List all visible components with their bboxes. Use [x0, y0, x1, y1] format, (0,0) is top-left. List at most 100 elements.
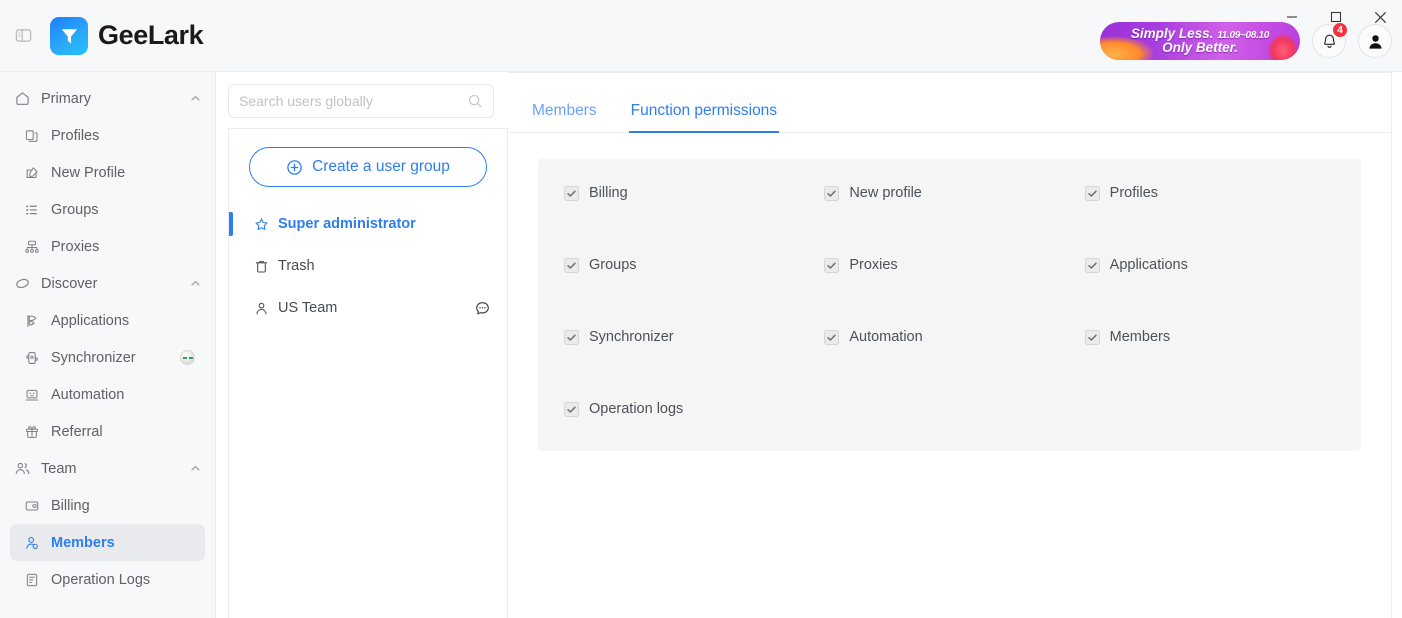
synchronizer-icon — [24, 350, 40, 366]
promo-line-1: Simply Less. — [1130, 25, 1214, 41]
user-group-panel: Create a user group Super administrator — [228, 128, 508, 618]
sidebar-item-label: Operation Logs — [51, 571, 151, 588]
permissions-card: Billing New profile Profiles Groups Prox… — [538, 159, 1361, 451]
search-icon[interactable] — [467, 93, 483, 109]
sidebar-item-referral[interactable]: Referral — [10, 413, 205, 450]
permission-label: Proxies — [849, 257, 898, 273]
promo-line-2: Only Better. — [1162, 40, 1238, 56]
tab-members[interactable]: Members — [530, 102, 599, 132]
sidebar-item-label: Members — [51, 534, 115, 551]
chevron-up-icon[interactable] — [190, 93, 201, 104]
sidebar-group-label: Discover — [41, 275, 98, 292]
permission-billing[interactable]: Billing — [564, 185, 814, 201]
main-content: Members Function permissions Billing New… — [508, 72, 1392, 618]
sidebar-item-applications[interactable]: Applications — [10, 302, 205, 339]
notification-badge: 4 — [1332, 22, 1348, 38]
permission-label: Members — [1109, 329, 1171, 345]
create-user-group-button[interactable]: Create a user group — [249, 147, 487, 187]
sidebar-toggle-icon[interactable] — [8, 21, 38, 51]
team-icon — [14, 460, 31, 477]
search-box[interactable] — [228, 84, 494, 118]
sidebar-item-billing[interactable]: Billing — [10, 487, 205, 524]
trash-icon — [254, 259, 269, 274]
group-item-trash[interactable]: Trash — [229, 245, 507, 287]
chevron-up-icon[interactable] — [190, 463, 201, 474]
profiles-icon — [24, 128, 40, 144]
checkbox-checked-icon[interactable] — [564, 401, 579, 417]
chevron-up-icon[interactable] — [190, 278, 201, 289]
operation-logs-icon — [24, 572, 40, 588]
permission-operation-logs[interactable]: Operation logs — [564, 401, 814, 417]
new-profile-icon — [24, 165, 40, 181]
checkbox-checked-icon[interactable] — [1084, 329, 1100, 345]
permission-synchronizer[interactable]: Synchronizer — [564, 329, 814, 345]
sidebar-item-label: New Profile — [51, 164, 126, 181]
promo-banner[interactable]: Simply Less. 11.09~08.10 Only Better. — [1100, 22, 1300, 60]
permission-label: Automation — [849, 329, 923, 345]
permission-label: Groups — [589, 257, 637, 273]
checkbox-checked-icon[interactable] — [824, 257, 840, 273]
tab-bar: Members Function permissions — [508, 73, 1391, 133]
sidebar-item-label: Profiles — [51, 127, 100, 144]
tab-function-permissions[interactable]: Function permissions — [628, 102, 780, 133]
sidebar-item-label: Billing — [51, 497, 90, 514]
group-item-label: Super administrator — [278, 216, 416, 232]
user-group-column: Create a user group Super administrator — [216, 72, 508, 618]
sidebar-item-proxies[interactable]: Proxies — [10, 228, 205, 265]
sidebar-group-primary[interactable]: Primary — [0, 80, 215, 117]
groups-list-icon — [24, 202, 40, 218]
permission-groups[interactable]: Groups — [564, 257, 814, 273]
sidebar-group-team[interactable]: Team — [0, 450, 215, 487]
permission-label: Billing — [589, 185, 628, 201]
sidebar-item-label: Proxies — [51, 238, 100, 255]
notifications-button[interactable]: 4 — [1312, 22, 1348, 58]
sidebar-item-label: Groups — [51, 201, 99, 218]
checkbox-checked-icon[interactable] — [1084, 185, 1100, 201]
sidebar-item-synchronizer[interactable]: Synchronizer — [10, 339, 205, 376]
checkbox-checked-icon[interactable] — [1084, 257, 1100, 273]
sidebar-item-label: Automation — [51, 386, 125, 403]
search-input[interactable] — [239, 93, 461, 109]
permission-proxies[interactable]: Proxies — [824, 257, 1074, 273]
members-icon — [24, 535, 40, 551]
checkbox-checked-icon[interactable] — [824, 329, 840, 345]
person-icon — [254, 301, 269, 316]
body: Primary Profiles New Profile Groups Prox… — [0, 72, 1402, 618]
app-window: GeeLark Simply Less. 11.09~08.10 Only Be… — [0, 0, 1402, 618]
group-item-super-administrator[interactable]: Super administrator — [229, 203, 507, 245]
cloud-icon — [14, 275, 31, 292]
sidebar-item-profiles[interactable]: Profiles — [10, 117, 205, 154]
group-item-us-team[interactable]: US Team — [229, 287, 507, 329]
star-icon — [254, 217, 269, 232]
sidebar-item-operation-logs[interactable]: Operation Logs — [10, 561, 205, 598]
permission-members[interactable]: Members — [1084, 329, 1335, 345]
sidebar: Primary Profiles New Profile Groups Prox… — [0, 72, 216, 618]
sidebar-item-members[interactable]: Members — [10, 524, 205, 561]
permission-label: Operation logs — [589, 401, 684, 417]
billing-icon — [24, 498, 40, 514]
permission-applications[interactable]: Applications — [1084, 257, 1335, 273]
permission-label: Synchronizer — [589, 329, 674, 345]
sidebar-item-automation[interactable]: Automation — [10, 376, 205, 413]
permission-label: Profiles — [1109, 185, 1159, 201]
checkbox-checked-icon[interactable] — [564, 185, 579, 201]
checkbox-checked-icon[interactable] — [564, 329, 579, 345]
promo-date-range: 11.09~08.10 — [1217, 29, 1270, 41]
checkbox-checked-icon[interactable] — [824, 185, 840, 201]
search-row — [216, 72, 508, 128]
titlebar: GeeLark Simply Less. 11.09~08.10 Only Be… — [0, 0, 1402, 72]
permission-automation[interactable]: Automation — [824, 329, 1074, 345]
brand-name: GeeLark — [98, 20, 204, 50]
permission-new-profile[interactable]: New profile — [824, 185, 1074, 201]
checkbox-checked-icon[interactable] — [564, 257, 579, 273]
home-icon — [14, 90, 31, 107]
sidebar-group-discover[interactable]: Discover — [0, 265, 215, 302]
avatar[interactable] — [1358, 24, 1392, 58]
header-actions: Simply Less. 11.09~08.10 Only Better. 4 — [1100, 22, 1392, 60]
sidebar-item-new-profile[interactable]: New Profile — [10, 154, 205, 191]
permission-profiles[interactable]: Profiles — [1084, 185, 1335, 201]
sidebar-item-groups[interactable]: Groups — [10, 191, 205, 228]
applications-icon — [24, 313, 40, 329]
chat-dots-icon[interactable] — [474, 300, 491, 317]
geelark-logo-icon — [50, 16, 88, 55]
